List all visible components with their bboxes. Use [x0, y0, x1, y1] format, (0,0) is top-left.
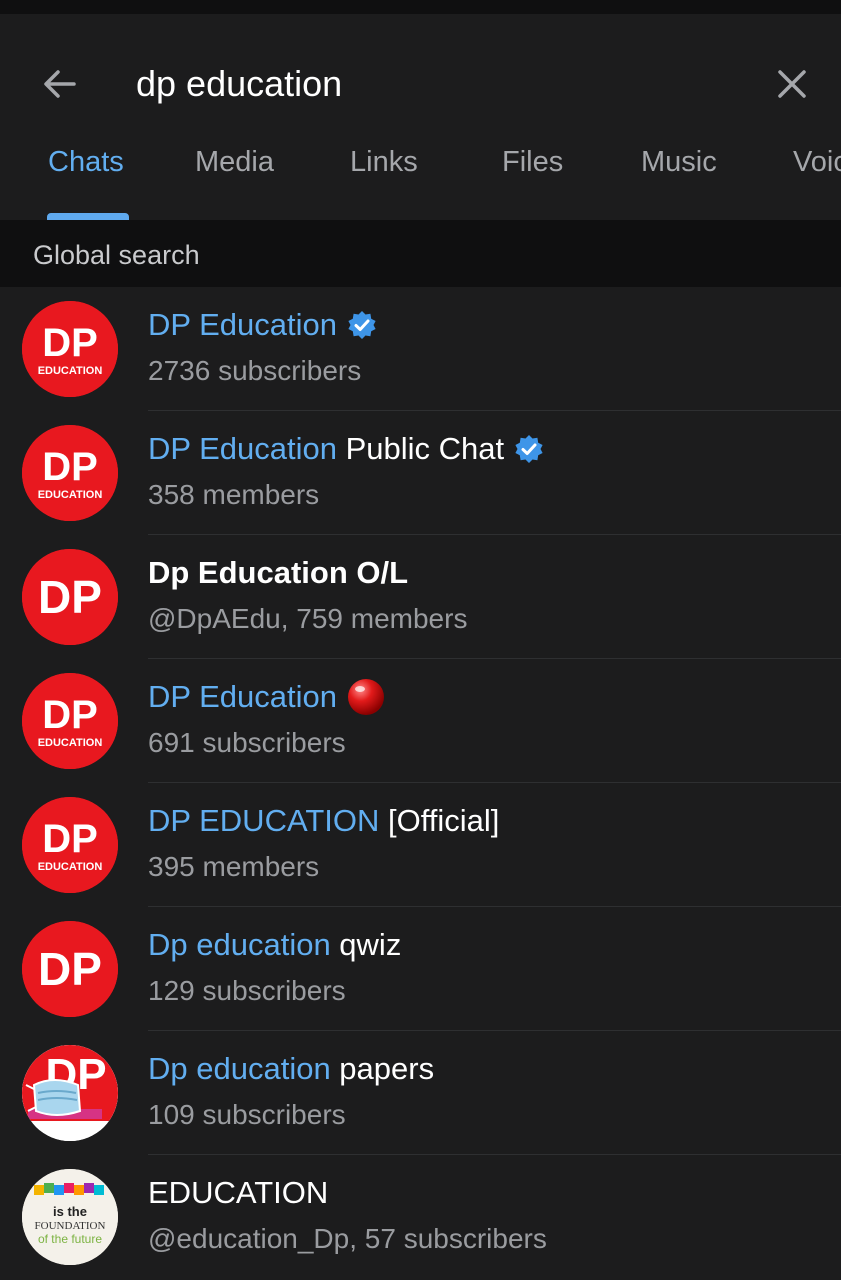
results-list: DP EDUCATION DP Education 2736 subscribe…: [0, 287, 841, 1279]
title-match: DP Education: [148, 431, 337, 466]
list-item[interactable]: DP EDUCATION DP Education Public Chat 35…: [0, 411, 841, 535]
member-count: @DpAEdu, 759 members: [148, 603, 468, 634]
clear-search-button[interactable]: [762, 54, 822, 114]
verified-icon: [347, 310, 377, 340]
red-ball-emoji-icon: [347, 678, 385, 716]
svg-text:EDUCATION: EDUCATION: [38, 861, 103, 873]
svg-text:DP: DP: [38, 571, 102, 623]
title-match: DP EDUCATION: [148, 803, 380, 838]
tab-links[interactable]: Links: [350, 146, 418, 179]
subscriber-count: 2736 subscribers: [148, 355, 362, 386]
verified-icon: [514, 434, 544, 464]
status-bar: [0, 0, 841, 14]
title-rest: EDUCATION: [148, 1175, 329, 1210]
title-match: DP Education: [148, 307, 337, 342]
subscriber-count: 691 subscribers: [148, 727, 346, 758]
title-rest: papers: [330, 1051, 435, 1086]
title-match: Dp education: [148, 927, 331, 962]
avatar: DP: [22, 1045, 118, 1141]
member-count: 395 members: [148, 851, 320, 882]
svg-text:EDUCATION: EDUCATION: [38, 365, 103, 377]
global-search-header: Global search: [0, 220, 841, 287]
list-item[interactable]: is the FOUNDATION of the future EDUCATIO…: [0, 1155, 841, 1279]
back-button[interactable]: [30, 54, 90, 114]
active-tab-indicator: [47, 213, 129, 220]
tab-music[interactable]: Music: [641, 146, 717, 179]
list-item[interactable]: DP EDUCATION DP Education 2736 subscribe…: [0, 287, 841, 411]
avatar: DP EDUCATION: [22, 425, 118, 521]
title-rest: Public Chat: [337, 431, 505, 466]
svg-text:DP: DP: [42, 693, 98, 737]
title-rest: qwiz: [330, 927, 402, 962]
svg-text:DP: DP: [42, 817, 98, 861]
title-rest: [Official]: [379, 803, 500, 838]
svg-text:FOUNDATION: FOUNDATION: [35, 1220, 106, 1232]
title-match: DP Education: [148, 679, 337, 714]
svg-text:EDUCATION: EDUCATION: [38, 737, 103, 749]
close-icon: [778, 70, 806, 98]
search-tabs: Chats Media Links Files Music Voice: [0, 140, 841, 206]
section-label: Global search: [33, 240, 200, 270]
subscriber-count: 129 subscribers: [148, 975, 346, 1006]
svg-text:DP: DP: [42, 445, 98, 489]
title-match: Dp education: [148, 1051, 331, 1086]
avatar: DP EDUCATION: [22, 673, 118, 769]
svg-text:DP: DP: [42, 321, 98, 365]
member-count: 358 members: [148, 479, 320, 510]
avatar: is the FOUNDATION of the future: [22, 1169, 118, 1265]
avatar: DP EDUCATION: [22, 797, 118, 893]
list-item[interactable]: DP Dp education papers 109 subscribers: [0, 1031, 841, 1155]
list-item[interactable]: DP EDUCATION DP Education 691 subscriber…: [0, 659, 841, 783]
svg-text:of the future: of the future: [38, 1232, 102, 1246]
tab-voice[interactable]: Voice: [793, 146, 841, 179]
list-item[interactable]: DP Dp Education O/L @DpAEdu, 759 members: [0, 535, 841, 659]
svg-text:is the: is the: [53, 1204, 87, 1219]
tab-files[interactable]: Files: [502, 146, 563, 179]
svg-text:DP: DP: [38, 943, 102, 995]
list-item[interactable]: DP Dp education qwiz 129 subscribers: [0, 907, 841, 1031]
avatar: DP: [22, 549, 118, 645]
tab-chats[interactable]: Chats: [48, 146, 124, 179]
title-rest: Dp Education O/L: [148, 555, 409, 590]
list-item[interactable]: DP EDUCATION DP EDUCATION [Official] 395…: [0, 783, 841, 907]
subscriber-count: 109 subscribers: [148, 1099, 346, 1130]
avatar: DP: [22, 921, 118, 1017]
subscriber-count: @education_Dp, 57 subscribers: [148, 1223, 547, 1254]
avatar: DP EDUCATION: [22, 301, 118, 397]
svg-text:EDUCATION: EDUCATION: [38, 489, 103, 501]
back-arrow-icon: [44, 70, 76, 98]
tab-media[interactable]: Media: [195, 146, 274, 179]
search-input[interactable]: [136, 58, 736, 110]
